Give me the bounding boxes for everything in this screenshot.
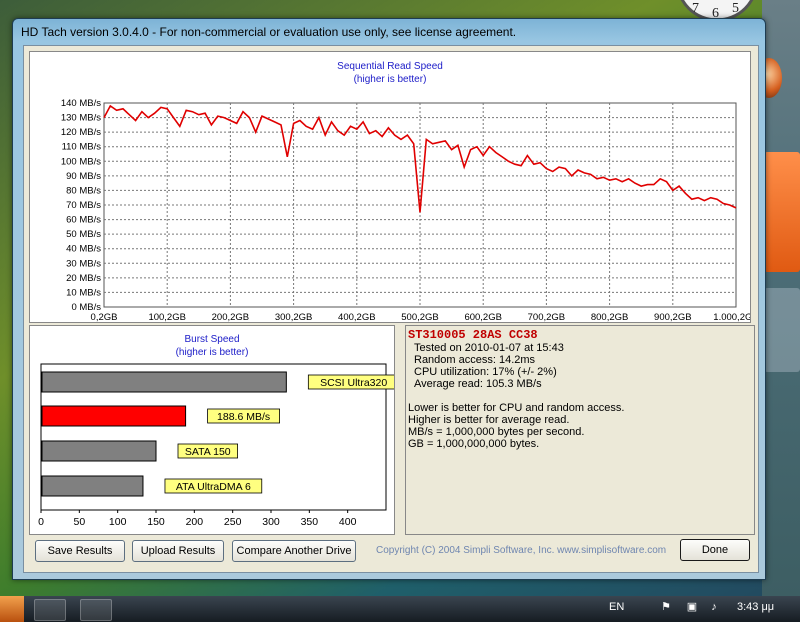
y-tick-label: 140 MB/s <box>61 98 101 109</box>
burst-bar-label: SATA 150 <box>185 446 231 458</box>
chart-title: Sequential Read Speed <box>337 61 443 72</box>
burst-bar <box>41 440 157 462</box>
x-tick-label: 700,2GB <box>528 312 566 322</box>
x-tick-label: 300,2GB <box>275 312 313 322</box>
burst-speed-svg: Burst Speed (higher is better) SCSI Ultr… <box>38 334 400 528</box>
y-tick-label: 70 MB/s <box>66 200 101 211</box>
taskbar: EN ⚑ ▣ ♪ 3:43 μμ <box>0 596 800 622</box>
x-tick-label: 800,2GB <box>591 312 629 322</box>
burst-bar <box>41 475 144 497</box>
burst-tick-label: 150 <box>147 516 165 528</box>
title-bar[interactable]: HD Tach version 3.0.4.0 - For non-commer… <box>13 19 765 45</box>
y-tick-label: 90 MB/s <box>66 171 101 182</box>
hd-tach-task-icon[interactable] <box>80 599 112 621</box>
drive-info-panel: ST310005 28AS CC38 Tested on 2010-01-07 … <box>405 325 755 535</box>
y-tick-label: 120 MB/s <box>61 127 101 138</box>
burst-title: Burst Speed <box>184 334 239 345</box>
x-axis: 0,2GB 100,2GB 200,2GB 300,2GB 400,2GB 500,2GB… <box>91 312 750 322</box>
burst-tick-label: 0 <box>38 516 44 528</box>
chart-subtitle: (higher is better) <box>354 74 427 85</box>
burst-subtitle: (higher is better) <box>176 347 249 358</box>
burst-tick-label: 100 <box>109 516 127 528</box>
y-tick-label: 60 MB/s <box>66 215 101 226</box>
note-line: Lower is better for CPU and random acces… <box>408 402 625 414</box>
burst-tick-label: 350 <box>301 516 319 528</box>
y-tick-label: 20 MB/s <box>66 273 101 284</box>
flag-icon[interactable]: ⚑ <box>660 601 672 613</box>
note-line: MB/s = 1,000,000 bytes per second. <box>408 426 585 438</box>
done-button[interactable]: Done <box>680 539 750 561</box>
network-icon[interactable]: ▣ <box>686 601 698 613</box>
average-read: Average read: 105.3 MB/s <box>414 378 542 390</box>
burst-bar <box>41 405 187 427</box>
burst-tick-label: 50 <box>73 516 85 528</box>
clock-digit: 7 <box>692 1 699 16</box>
y-tick-label: 100 MB/s <box>61 156 101 167</box>
cpu-utilization: CPU utilization: 17% (+/- 2%) <box>414 366 557 378</box>
x-tick-label: 500,2GB <box>401 312 439 322</box>
desktop-gadget[interactable] <box>764 152 800 272</box>
tested-date: Tested on 2010-01-07 at 15:43 <box>414 342 564 354</box>
random-access: Random access: 14.2ms <box>414 354 536 366</box>
x-tick-label: 900,2GB <box>654 312 692 322</box>
upload-results-button[interactable]: Upload Results <box>132 540 224 562</box>
language-indicator[interactable]: EN <box>609 601 624 613</box>
burst-tick-label: 250 <box>224 516 242 528</box>
y-tick-label: 50 MB/s <box>66 229 101 240</box>
show-desktop-icon[interactable] <box>34 599 66 621</box>
window-client: Sequential Read Speed (higher is better)… <box>23 45 759 573</box>
x-tick-label: 200,2GB <box>212 312 250 322</box>
x-tick-label: 600,2GB <box>464 312 502 322</box>
burst-bar-label: ATA UltraDMA 6 <box>176 481 251 493</box>
compare-drive-button[interactable]: Compare Another Drive <box>232 540 356 562</box>
y-tick-label: 30 MB/s <box>66 258 101 269</box>
sequential-read-svg: Sequential Read Speed (higher is better)… <box>61 61 750 322</box>
x-tick-label: 400,2GB <box>338 312 376 322</box>
burst-bar-label: SCSI Ultra320 <box>320 377 387 389</box>
burst-tick-label: 200 <box>186 516 204 528</box>
volume-icon[interactable]: ♪ <box>708 601 720 613</box>
sequential-read-chart: Sequential Read Speed (higher is better)… <box>29 51 751 323</box>
y-tick-label: 130 MB/s <box>61 113 101 124</box>
window-title: HD Tach version 3.0.4.0 - For non-commer… <box>21 25 517 39</box>
x-tick-label: 0,2GB <box>91 312 118 322</box>
burst-speed-panel: Burst Speed (higher is better) SCSI Ultr… <box>29 325 400 535</box>
burst-tick-label: 400 <box>339 516 357 528</box>
x-tick-label: 100,2GB <box>148 312 186 322</box>
note-line: Higher is better for average read. <box>408 414 570 426</box>
drive-name: ST310005 28AS CC38 <box>408 328 538 342</box>
clock-gadget[interactable]: 7 6 5 <box>672 0 762 20</box>
y-tick-label: 10 MB/s <box>66 287 101 298</box>
taskbar-clock[interactable]: 3:43 μμ <box>737 601 774 613</box>
desktop-gadget[interactable] <box>764 288 800 372</box>
y-axis: 0 MB/s10 MB/s20 MB/s30 MB/s40 MB/s50 MB/… <box>61 98 101 313</box>
y-tick-label: 110 MB/s <box>62 142 102 153</box>
copyright-text: Copyright (C) 2004 Simpli Software, Inc.… <box>376 545 667 556</box>
y-tick-label: 80 MB/s <box>66 185 101 196</box>
clock-digit: 5 <box>732 1 739 16</box>
start-button[interactable] <box>0 596 24 622</box>
burst-bar-label: 188.6 MB/s <box>217 411 270 423</box>
hd-tach-window: HD Tach version 3.0.4.0 - For non-commer… <box>12 18 766 580</box>
burst-bar <box>41 371 287 393</box>
note-line: GB = 1,000,000,000 bytes. <box>408 438 540 450</box>
burst-x-axis: 0 50 100 150 200 250 300 350 400 <box>38 510 357 528</box>
save-results-button[interactable]: Save Results <box>35 540 125 562</box>
y-tick-label: 40 MB/s <box>66 244 101 255</box>
burst-tick-label: 300 <box>262 516 280 528</box>
x-tick-label: 1.000,2GB <box>713 312 750 322</box>
